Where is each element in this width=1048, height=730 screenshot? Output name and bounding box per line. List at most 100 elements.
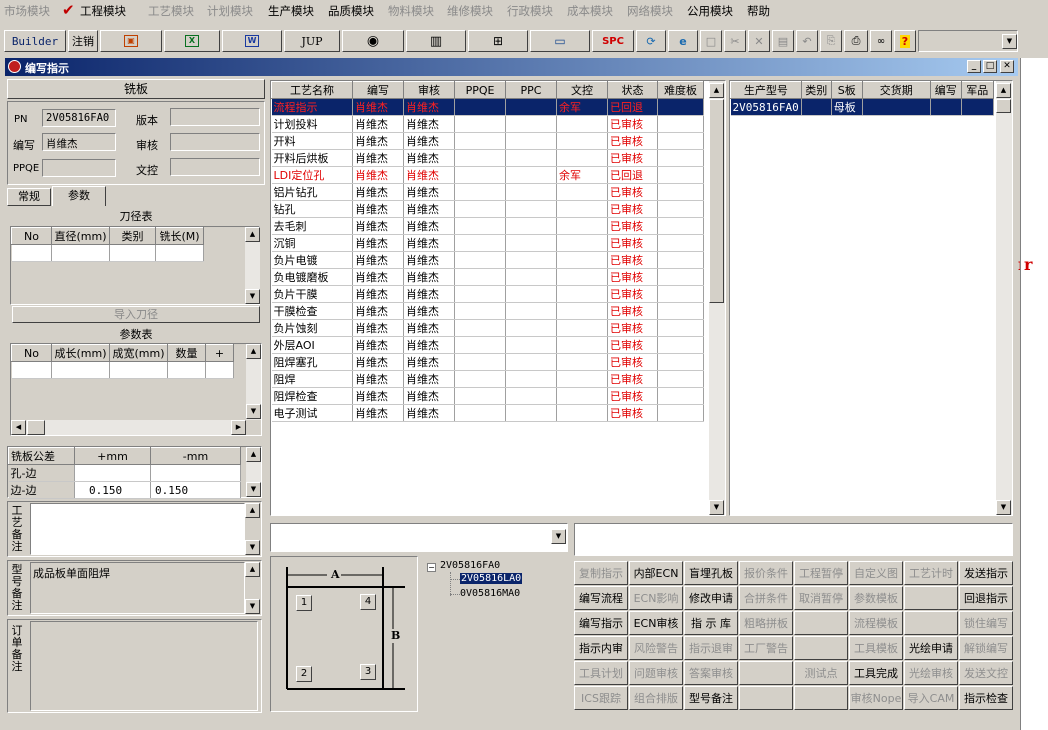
action-button-3-5[interactable]: 工具模板 bbox=[849, 636, 903, 660]
action-button-0-7[interactable]: 发送指示 bbox=[959, 561, 1013, 585]
maximize-button[interactable]: □ bbox=[983, 60, 997, 73]
tolerance-col-minus[interactable]: -mm bbox=[150, 447, 241, 465]
scroll-up-icon[interactable]: ▲ bbox=[245, 227, 260, 242]
scroll-down-icon[interactable]: ▼ bbox=[246, 482, 261, 497]
tool-col-diameter[interactable]: 直径(mm) bbox=[51, 227, 110, 245]
message-field[interactable] bbox=[574, 523, 1013, 556]
print-button[interactable]: ⎙ bbox=[844, 30, 868, 52]
action-button-3-0[interactable]: 指示内审 bbox=[574, 636, 628, 660]
action-button-5-7[interactable]: 指示检查 bbox=[959, 686, 1013, 710]
action-button-3-7[interactable]: 解锁编写 bbox=[959, 636, 1013, 660]
action-button-2-4[interactable] bbox=[794, 611, 848, 635]
table-row[interactable]: 铝片钻孔 肖维杰 肖维杰 已审核 bbox=[271, 183, 704, 201]
action-button-3-1[interactable]: 风险警告 bbox=[629, 636, 683, 660]
menu-admin[interactable]: 行政模块 bbox=[507, 3, 553, 19]
excel-button[interactable]: X bbox=[164, 30, 220, 52]
jup-button[interactable]: JUP bbox=[284, 30, 340, 52]
process-col-doc[interactable]: 文控 bbox=[556, 81, 608, 99]
craft-note-input[interactable] bbox=[30, 503, 245, 555]
action-button-5-0[interactable]: ICS跟踪 bbox=[574, 686, 628, 710]
action-button-0-4[interactable]: 工程暂停 bbox=[794, 561, 848, 585]
table-row[interactable]: 开料后烘板 肖维杰 肖维杰 已审核 bbox=[271, 149, 704, 167]
model-col-type[interactable]: 类别 bbox=[800, 81, 832, 99]
tool-col-type[interactable]: 类别 bbox=[109, 227, 156, 245]
menu-market[interactable]: 市场模块 bbox=[4, 3, 50, 19]
pn-field[interactable]: 2V05816FA0 bbox=[42, 109, 116, 127]
process-col-review[interactable]: 审核 bbox=[403, 81, 455, 99]
menu-help[interactable]: 帮助 bbox=[747, 3, 770, 19]
process-col-writer[interactable]: 编写 bbox=[352, 81, 404, 99]
action-button-0-3[interactable]: 报价条件 bbox=[739, 561, 793, 585]
scroll-thumb[interactable] bbox=[709, 99, 724, 303]
writer-field[interactable]: 肖维杰 bbox=[42, 133, 116, 151]
menu-network[interactable]: 网络模块 bbox=[627, 3, 673, 19]
scroll-up-icon[interactable]: ▲ bbox=[245, 562, 260, 577]
menu-common[interactable]: 公用模块 bbox=[687, 3, 733, 19]
menu-quality[interactable]: 品质模块 bbox=[328, 3, 374, 19]
model-col-writer[interactable]: 编写 bbox=[929, 81, 962, 99]
action-button-0-5[interactable]: 自定义图 bbox=[849, 561, 903, 585]
table-row[interactable]: 阻焊塞孔 肖维杰 肖维杰 已审核 bbox=[271, 353, 704, 371]
toolbar-dropdown[interactable]: ▼ bbox=[918, 30, 1018, 52]
tolerance-col-name[interactable]: 铣板公差 bbox=[8, 447, 75, 465]
scroll-right-icon[interactable]: ▶ bbox=[231, 420, 246, 435]
action-button-4-1[interactable]: 问题审核 bbox=[629, 661, 683, 685]
scroll-down-icon[interactable]: ▼ bbox=[709, 500, 724, 515]
table-row[interactable]: 开料 肖维杰 肖维杰 已审核 bbox=[271, 132, 704, 150]
process-col-difficulty[interactable]: 难度板 bbox=[657, 81, 704, 99]
tool-col-no[interactable]: No bbox=[11, 227, 52, 245]
table-row[interactable]: 流程指示 肖维杰 肖维杰 余军 已回退 bbox=[271, 98, 704, 116]
version-field[interactable] bbox=[170, 108, 260, 126]
minimize-button[interactable]: _ bbox=[967, 60, 981, 73]
menu-craft[interactable]: 工艺模块 bbox=[148, 3, 194, 19]
table-row[interactable] bbox=[11, 361, 234, 379]
action-button-2-7[interactable]: 锁住编写 bbox=[959, 611, 1013, 635]
action-button-4-6[interactable]: 光绘审核 bbox=[904, 661, 958, 685]
preview-button[interactable]: ⎘ bbox=[820, 30, 842, 52]
scroll-down-icon[interactable]: ▼ bbox=[996, 500, 1011, 515]
import-tool-button[interactable]: 导入刀径 bbox=[12, 306, 260, 323]
action-button-2-1[interactable]: ECN审核 bbox=[629, 611, 683, 635]
delete-button[interactable]: ✕ bbox=[748, 30, 770, 52]
network-button[interactable]: ⊞ bbox=[468, 30, 528, 52]
table-row[interactable]: 负片干膜 肖维杰 肖维杰 已审核 bbox=[271, 285, 704, 303]
param-col-plus[interactable]: + bbox=[205, 344, 234, 362]
action-button-1-7[interactable]: 回退指示 bbox=[959, 586, 1013, 610]
action-button-2-6[interactable] bbox=[904, 611, 958, 635]
action-button-0-6[interactable]: 工艺计时 bbox=[904, 561, 958, 585]
table-row[interactable]: 负片电镀 肖维杰 肖维杰 已审核 bbox=[271, 251, 704, 269]
action-button-4-7[interactable]: 发送文控 bbox=[959, 661, 1013, 685]
view-button[interactable]: ◉ bbox=[342, 30, 404, 52]
scroll-down-icon[interactable]: ▼ bbox=[245, 289, 260, 304]
menu-production[interactable]: 生产模块 bbox=[268, 3, 314, 19]
menu-material[interactable]: 物料模块 bbox=[388, 3, 434, 19]
model-note-input[interactable]: 成品板单面阻焊 bbox=[30, 562, 245, 614]
table-row[interactable]: 阻焊检查 肖维杰 肖维杰 已审核 bbox=[271, 387, 704, 405]
action-button-2-3[interactable]: 粗略拼板 bbox=[739, 611, 793, 635]
param-col-width[interactable]: 成宽(mm) bbox=[109, 344, 168, 362]
action-button-2-2[interactable]: 指 示 库 bbox=[684, 611, 738, 635]
tool-col-length[interactable]: 铣长(M) bbox=[155, 227, 204, 245]
menu-maintenance[interactable]: 维修模块 bbox=[447, 3, 493, 19]
scroll-left-icon[interactable]: ◀ bbox=[11, 420, 26, 435]
model-col-delivery[interactable]: 交货期 bbox=[861, 81, 931, 99]
action-button-0-0[interactable]: 复制指示 bbox=[574, 561, 628, 585]
action-button-5-3[interactable] bbox=[739, 686, 793, 710]
table-row[interactable]: 边-边 0.150 0.150 bbox=[8, 481, 241, 499]
tree-node[interactable]: 0V05816MA0 bbox=[460, 588, 520, 599]
action-button-4-4[interactable]: 测试点 bbox=[794, 661, 848, 685]
table-row[interactable]: 去毛刺 肖维杰 肖维杰 已审核 bbox=[271, 217, 704, 235]
table-row[interactable]: LDI定位孔 肖维杰 肖维杰 余军 已回退 bbox=[271, 166, 704, 184]
action-button-4-2[interactable]: 答案审核 bbox=[684, 661, 738, 685]
scroll-up-icon[interactable]: ▲ bbox=[246, 344, 261, 359]
action-button-0-1[interactable]: 内部ECN bbox=[629, 561, 683, 585]
table-row[interactable] bbox=[11, 244, 204, 262]
action-button-3-6[interactable]: 光绘申请 bbox=[904, 636, 958, 660]
scroll-down-icon[interactable]: ▼ bbox=[245, 540, 260, 555]
table-row[interactable]: 外层AOI 肖维杰 肖维杰 已审核 bbox=[271, 336, 704, 354]
process-col-ppc[interactable]: PPC bbox=[505, 81, 557, 99]
param-col-length[interactable]: 成长(mm) bbox=[51, 344, 110, 362]
scroll-up-icon[interactable]: ▲ bbox=[246, 447, 261, 462]
action-button-4-3[interactable] bbox=[739, 661, 793, 685]
help-button[interactable]: ? bbox=[894, 30, 916, 52]
